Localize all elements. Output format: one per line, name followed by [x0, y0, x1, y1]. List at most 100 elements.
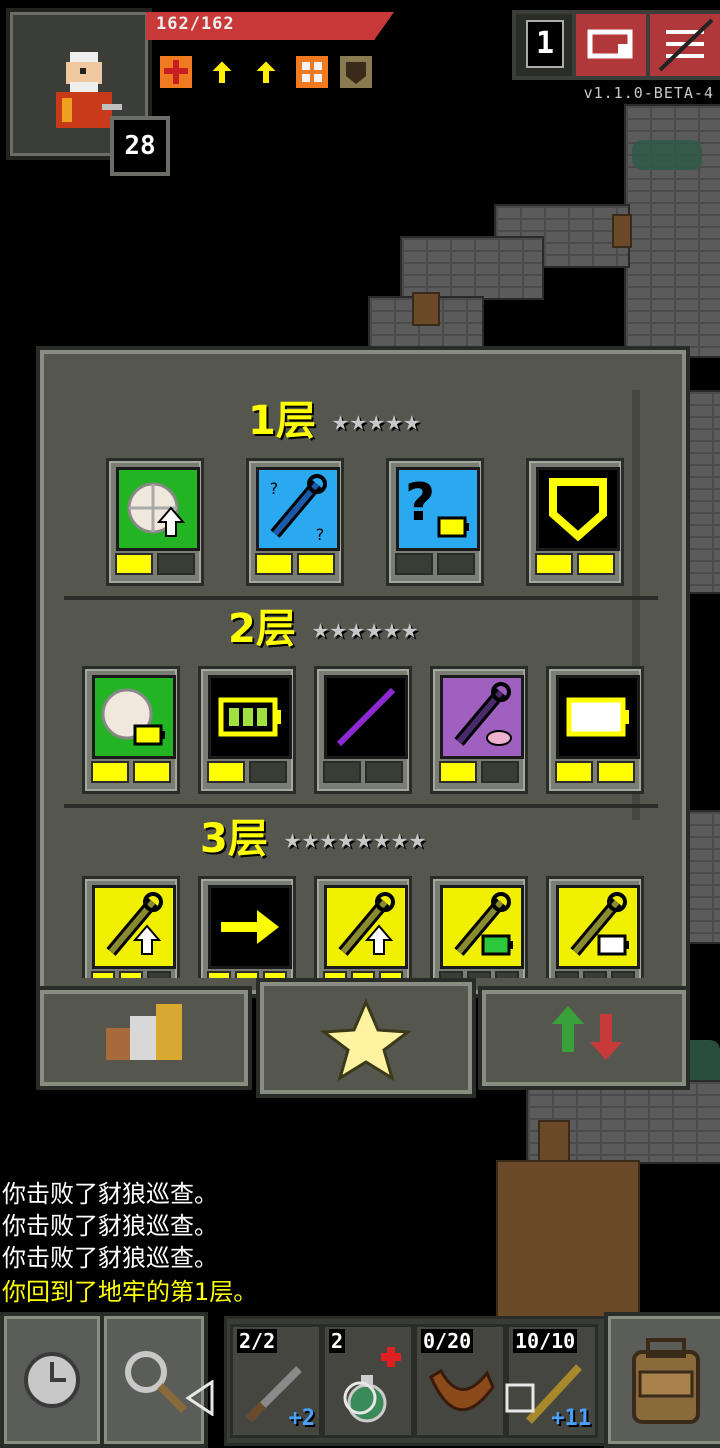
- nav-recents-icon[interactable]: [504, 1382, 536, 1418]
- brown-badge-icon: [340, 56, 372, 88]
- talent-card[interactable]: [198, 876, 296, 978]
- talent-point-pip: [495, 971, 519, 978]
- menu-icon: [658, 18, 714, 72]
- talent-card[interactable]: [546, 876, 644, 978]
- talent-card[interactable]: [546, 666, 644, 794]
- quickslot[interactable]: 10/10 +11: [506, 1324, 598, 1438]
- talent-point-pip: [611, 971, 635, 978]
- talent-point-pip: [439, 971, 463, 978]
- nav-back-icon[interactable]: [184, 1379, 216, 1420]
- journal-icon: [587, 29, 633, 59]
- purple-staff-icon: [324, 675, 408, 759]
- talent-point-pip: [147, 971, 171, 978]
- backpack-button[interactable]: [604, 1312, 720, 1448]
- clock-icon: [24, 1352, 80, 1408]
- swap-tab-icon: [552, 1006, 622, 1060]
- tier-title: 3层: [200, 816, 268, 862]
- talent-points: [395, 553, 475, 575]
- talent-point-pip: [323, 761, 361, 783]
- talent-point-pip: [597, 761, 635, 783]
- talent-points: [91, 971, 171, 978]
- talent-card[interactable]: [82, 666, 180, 794]
- talent-card[interactable]: [314, 666, 412, 794]
- log-line: 你击败了豺狼巡查。: [2, 1180, 218, 1208]
- tab-stats[interactable]: [36, 986, 252, 1090]
- talent-points: [555, 971, 635, 978]
- arrow-right-icon: [208, 885, 292, 969]
- talent-point-pip: [481, 761, 519, 783]
- journal-button[interactable]: [572, 10, 650, 80]
- tier-title: 1层: [248, 398, 316, 444]
- wand-upgrade-icon: [92, 885, 176, 969]
- talent-card[interactable]: ?: [386, 458, 484, 586]
- wait-button[interactable]: [0, 1312, 104, 1448]
- quickslot-count: 2: [329, 1329, 346, 1353]
- svg-text:?: ?: [269, 479, 279, 498]
- talent-point-pip: [577, 553, 615, 575]
- tab-swap[interactable]: [478, 986, 690, 1090]
- tab-talents[interactable]: [256, 978, 476, 1098]
- quickslot[interactable]: 0/20: [414, 1324, 506, 1438]
- nav-home-icon[interactable]: [342, 1380, 378, 1420]
- purple-wand-icon: [440, 675, 524, 759]
- talent-card[interactable]: [526, 458, 624, 586]
- food-battery-icon: [92, 675, 176, 759]
- talent-point-pip: [207, 761, 245, 783]
- talent-card[interactable]: [198, 666, 296, 794]
- talent-point-pip: [115, 553, 153, 575]
- battery-empty-icon: [556, 675, 640, 759]
- talent-point-pip: [255, 553, 293, 575]
- health-bar: 162/162: [146, 12, 394, 40]
- talent-point-pip: [157, 553, 195, 575]
- stats-tab-icon: [106, 1004, 182, 1060]
- wand-green-battery-icon: [440, 885, 524, 969]
- talent-point-pip: [263, 971, 287, 978]
- talent-points: [207, 761, 287, 783]
- talent-point-pip: [119, 971, 143, 978]
- food-upgrade-icon: [116, 467, 200, 551]
- star-tab-icon: [319, 998, 413, 1082]
- talent-point-pip: [133, 761, 171, 783]
- talent-point-pip: [207, 971, 231, 978]
- identify-key-icon: ?: [396, 467, 480, 551]
- quickslot-upgrade-level: +2: [288, 1406, 316, 1431]
- log-line: 你回到了地牢的第1层。: [2, 1278, 258, 1306]
- talent-card[interactable]: [430, 666, 528, 794]
- talent-point-pip: [297, 553, 335, 575]
- talent-point-pip: [535, 553, 573, 575]
- talent-points: [555, 761, 635, 783]
- tier-stars: ★★★★★: [332, 404, 422, 437]
- talent-point-pip: [437, 553, 475, 575]
- depth-number: 1: [526, 20, 564, 68]
- tier-stars: ★★★★★★★★: [284, 822, 427, 855]
- talent-points: [439, 971, 519, 978]
- talent-points: [255, 553, 335, 575]
- talent-point-pip: [323, 971, 347, 978]
- version-label: v1.1.0-BETA-4: [583, 84, 714, 102]
- depth-indicator[interactable]: 1: [512, 10, 578, 80]
- talent-points: [323, 971, 403, 978]
- quickslot-upgrade-level: +11: [551, 1406, 591, 1431]
- tier-divider: [64, 804, 658, 808]
- quickslot-count: 2/2: [237, 1329, 278, 1353]
- talent-point-pip: [555, 761, 593, 783]
- talent-card[interactable]: [314, 876, 412, 978]
- talent-point-pip: [555, 971, 579, 978]
- quickslot[interactable]: 2/2 +2: [230, 1324, 322, 1438]
- talent-card[interactable]: [106, 458, 204, 586]
- talent-card[interactable]: [82, 876, 180, 978]
- menu-button[interactable]: [646, 10, 720, 80]
- svg-text:?: ?: [315, 525, 325, 544]
- talent-point-pip: [439, 761, 477, 783]
- shield-icon: [536, 467, 620, 551]
- talent-point-pip: [379, 971, 403, 978]
- talents-list[interactable]: 1层 ★★★★★??? 2层 ★★★★★★ 3层 ★★★★★★★★: [56, 366, 658, 978]
- talent-point-pip: [583, 971, 607, 978]
- tier-title: 2层: [228, 606, 296, 652]
- yellow-arrow-up-icon: [250, 56, 282, 88]
- battery-full-icon: [208, 675, 292, 759]
- talent-point-pip: [395, 553, 433, 575]
- talent-point-pip: [365, 761, 403, 783]
- talent-card[interactable]: [430, 876, 528, 978]
- talent-card[interactable]: ??: [246, 458, 344, 586]
